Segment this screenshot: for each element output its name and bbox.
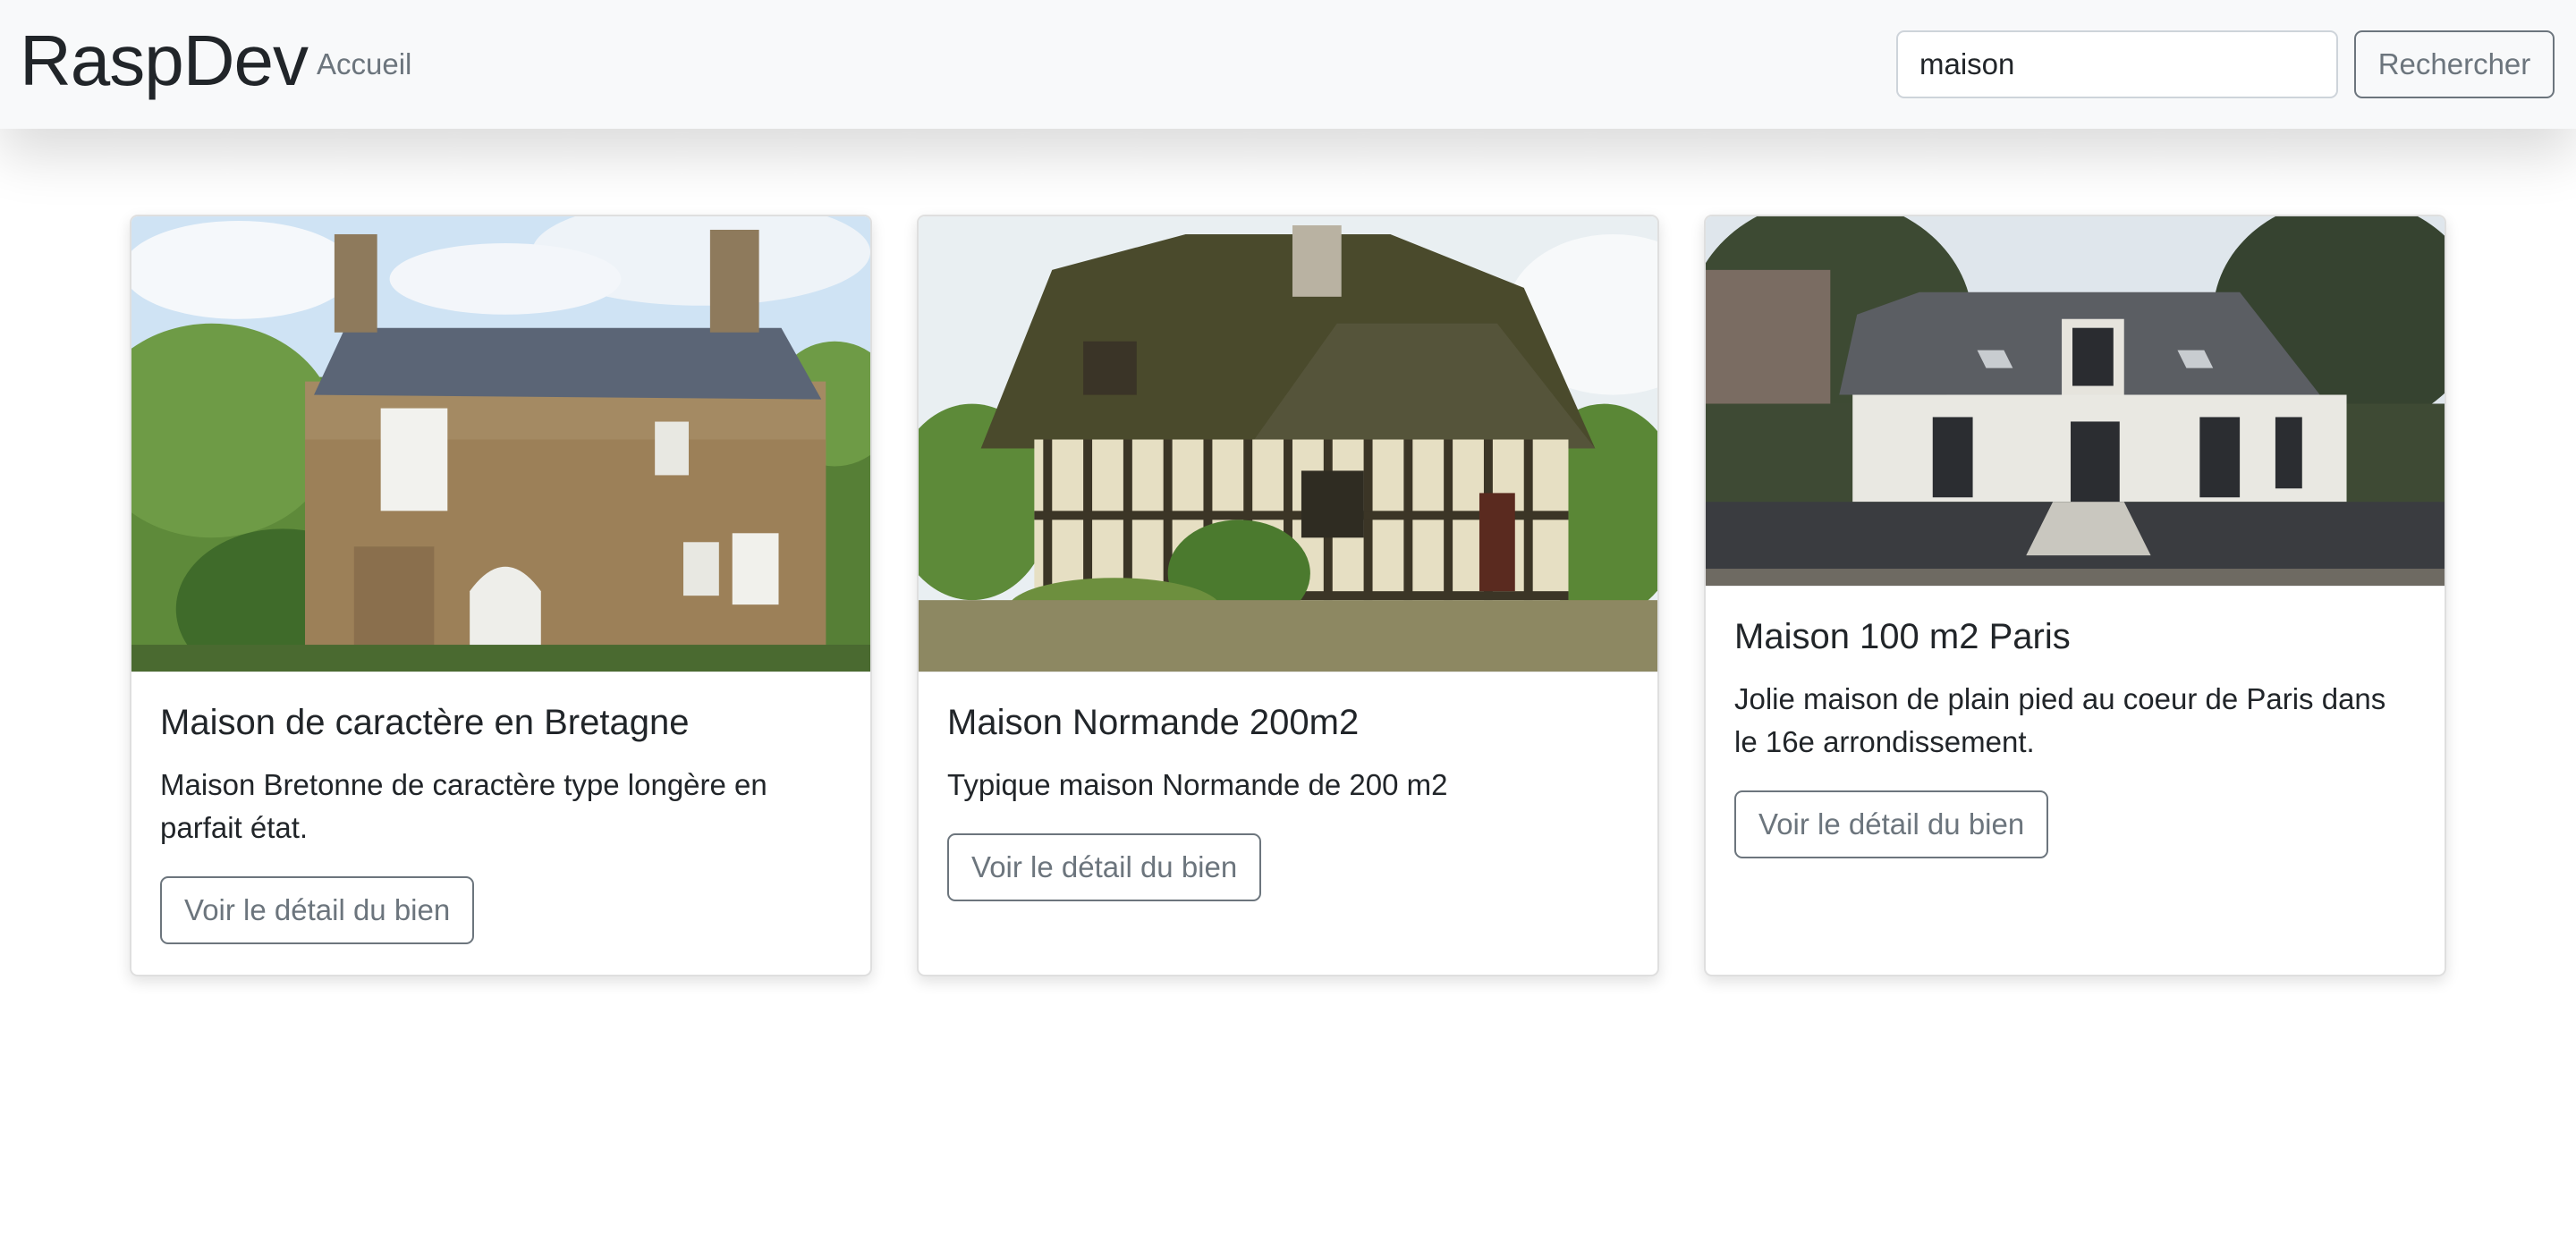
brand-logo[interactable]: RaspDev (20, 16, 309, 106)
search-button[interactable]: Rechercher (2354, 30, 2555, 98)
navbar: RaspDev Accueil Rechercher (0, 0, 2576, 129)
listing-card: Maison de caractère en Bretagne Maison B… (130, 215, 872, 976)
card-body: Maison 100 m2 Paris Jolie maison de plai… (1706, 587, 2445, 885)
card-body: Maison de caractère en Bretagne Maison B… (131, 672, 870, 971)
listing-description: Maison Bretonne de caractère type longèr… (160, 768, 767, 844)
listing-title: Maison Normande 200m2 (947, 703, 1360, 742)
listing-card: Maison Normande 200m2 Typique maison Nor… (917, 215, 1659, 976)
listing-image-normande[interactable] (919, 216, 1657, 672)
listing-image-bretagne[interactable] (131, 216, 870, 672)
listing-description: Jolie maison de plain pied au coeur de P… (1734, 682, 2386, 758)
nav-link-home[interactable]: Accueil (317, 45, 411, 84)
listing-description: Typique maison Normande de 200 m2 (947, 768, 1448, 801)
listing-image-paris[interactable] (1706, 216, 2445, 587)
view-details-button[interactable]: Voir le détail du bien (1734, 790, 2049, 858)
listing-title: Maison de caractère en Bretagne (160, 703, 690, 742)
view-details-button[interactable]: Voir le détail du bien (947, 833, 1262, 901)
listing-card: Maison 100 m2 Paris Jolie maison de plai… (1704, 215, 2446, 976)
view-details-button[interactable]: Voir le détail du bien (160, 876, 475, 944)
search-input[interactable] (1896, 30, 2338, 98)
listing-title: Maison 100 m2 Paris (1734, 617, 2071, 656)
card-body: Maison Normande 200m2 Typique maison Nor… (919, 672, 1657, 928)
